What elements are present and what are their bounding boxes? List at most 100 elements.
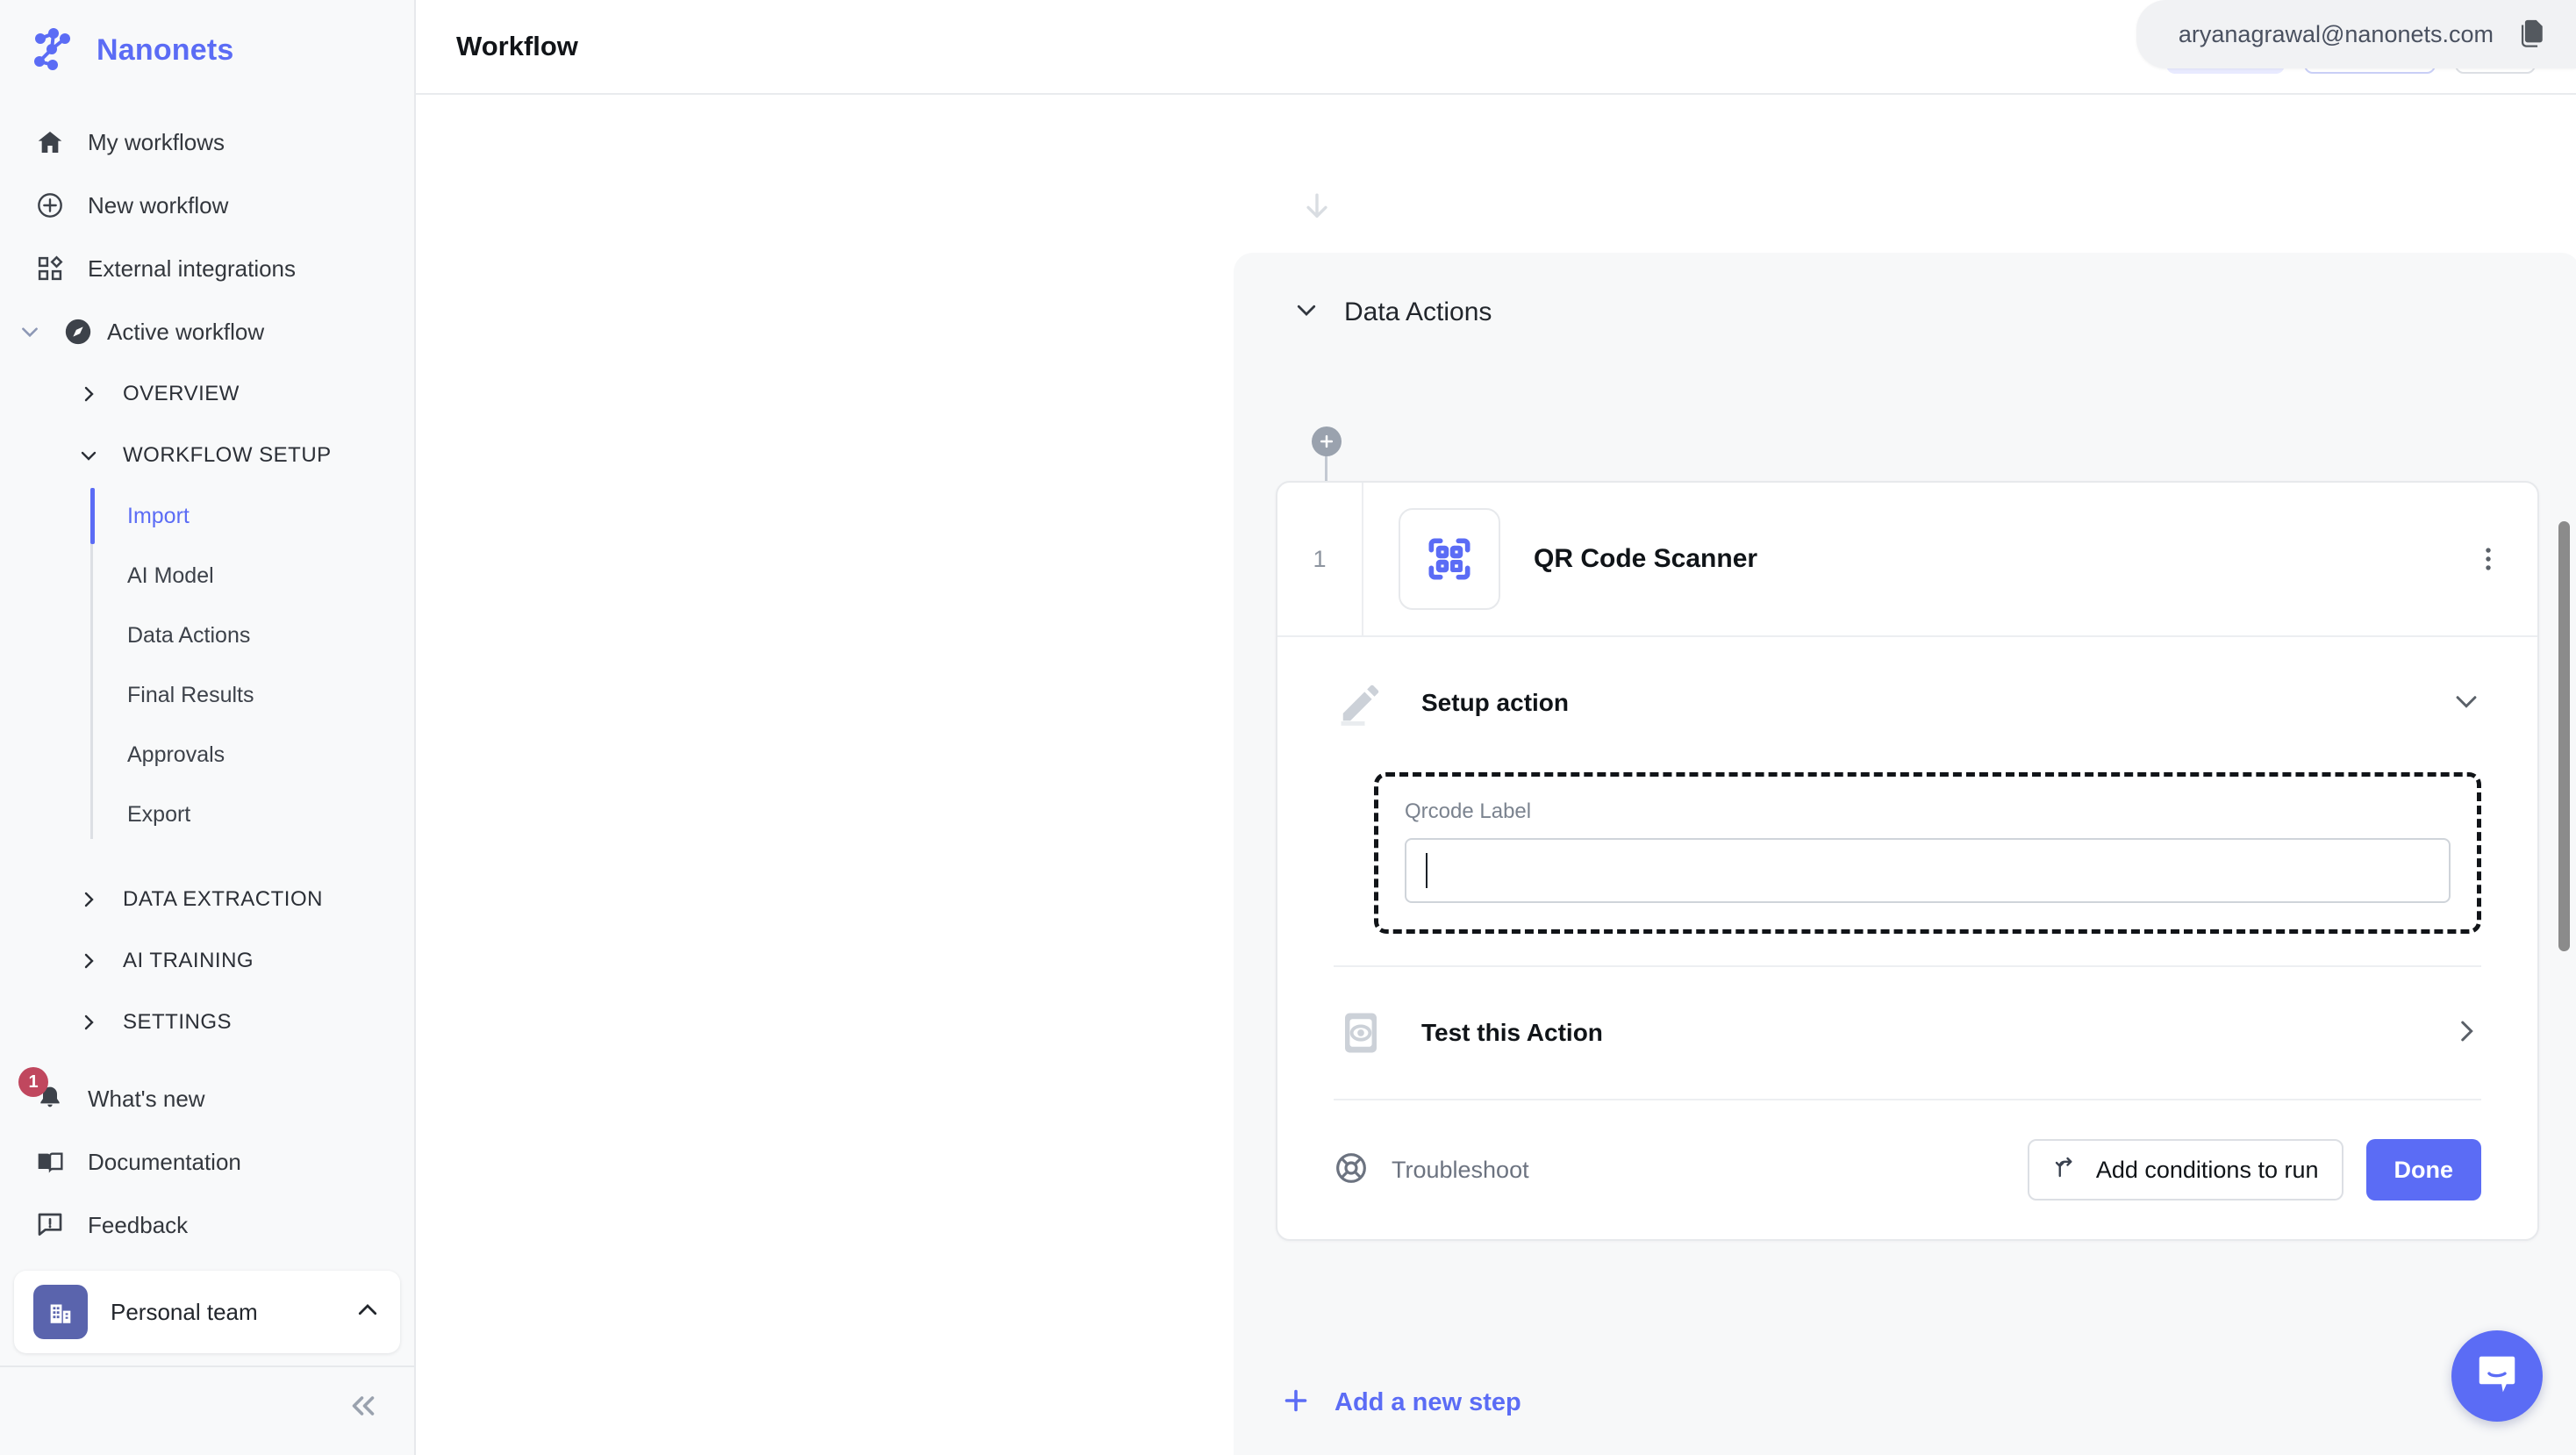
test-action-section: Test this Action bbox=[1277, 967, 2537, 1099]
sidebar-item-feedback[interactable]: Feedback bbox=[0, 1193, 414, 1257]
top-bar: Workflow Sch aryanagrawal@nanonets.com bbox=[416, 0, 2576, 95]
qrcode-label-field-highlight: Qrcode Label bbox=[1374, 772, 2481, 934]
building-icon bbox=[33, 1285, 88, 1339]
done-button[interactable]: Done bbox=[2365, 1139, 2481, 1201]
sidebar-item-documentation[interactable]: Documentation bbox=[0, 1130, 414, 1193]
setup-action-header[interactable]: Setup action bbox=[1334, 637, 2481, 769]
sidebar-section-label: AI TRAINING bbox=[123, 949, 254, 972]
step-number: 1 bbox=[1277, 483, 1363, 635]
sidebar-subitem-label: Approvals bbox=[127, 742, 225, 767]
step-card-footer: Troubleshoot Add conditions to run Done bbox=[1277, 1100, 2537, 1239]
sidebar-item-label: What's new bbox=[88, 1085, 205, 1112]
sidebar-item-data-actions[interactable]: Data Actions bbox=[0, 606, 414, 665]
add-a-new-step-label: Add a new step bbox=[1335, 1388, 1521, 1416]
feedback-icon bbox=[33, 1208, 67, 1242]
sidebar-item-new-workflow[interactable]: New workflow bbox=[0, 174, 414, 237]
sidebar-item-whats-new[interactable]: 1 What's new bbox=[0, 1067, 414, 1130]
user-email: aryanagrawal@nanonets.com bbox=[2178, 20, 2494, 47]
setup-action-section: Setup action bbox=[1277, 637, 2537, 769]
sidebar-item-label: New workflow bbox=[88, 191, 229, 219]
chevron-up-icon[interactable] bbox=[354, 1297, 381, 1328]
sidebar-item-active-workflow[interactable]: Active workflow bbox=[0, 300, 414, 363]
add-a-new-step-button[interactable]: Add a new step bbox=[1280, 1385, 1521, 1421]
sidebar-item-label: Documentation bbox=[88, 1148, 241, 1175]
team-switcher[interactable]: Personal team bbox=[14, 1271, 400, 1353]
main-area: Workflow Sch aryanagrawal@nanonets.com bbox=[416, 0, 2576, 1455]
chevron-down-icon[interactable] bbox=[2451, 686, 2481, 720]
pencil-edit-icon bbox=[1334, 676, 1388, 730]
sidebar-item-export[interactable]: Export bbox=[0, 785, 414, 844]
sidebar-section-label: DATA EXTRACTION bbox=[123, 887, 323, 911]
sidebar-section-label: SETTINGS bbox=[123, 1010, 233, 1034]
sidebar-collapse-bar bbox=[0, 1365, 414, 1448]
add-action-node-button[interactable] bbox=[1312, 426, 1342, 456]
sidebar: Nanonets My workflows New workflow Exter… bbox=[0, 0, 416, 1455]
workflow-canvas: Data Actions 1 QR Code Scanner Setup act… bbox=[416, 95, 2576, 1455]
test-action-title: Test this Action bbox=[1421, 1019, 1603, 1046]
book-icon bbox=[33, 1145, 67, 1179]
step-header-body: QR Code Scanner bbox=[1363, 483, 2537, 635]
chat-bubble-icon bbox=[2473, 1351, 2521, 1402]
sidebar-item-label: Feedback bbox=[88, 1211, 189, 1238]
sidebar-section-settings[interactable]: SETTINGS bbox=[0, 992, 414, 1053]
chevron-down-icon[interactable] bbox=[11, 320, 49, 343]
brand[interactable]: Nanonets bbox=[0, 0, 414, 97]
copy-icon[interactable] bbox=[2516, 18, 2546, 52]
step-header: 1 QR Code Scanner bbox=[1277, 483, 2537, 637]
vertical-scrollbar-thumb[interactable] bbox=[2558, 521, 2570, 951]
sidebar-subitem-label: Import bbox=[127, 503, 190, 528]
sidebar-item-external-integrations[interactable]: External integrations bbox=[0, 237, 414, 300]
vertical-scrollbar-track[interactable] bbox=[2553, 190, 2576, 1455]
double-chevron-left-icon[interactable] bbox=[347, 1390, 379, 1426]
bell-icon: 1 bbox=[18, 1067, 67, 1115]
sidebar-section-overview[interactable]: OVERVIEW bbox=[0, 363, 414, 425]
setup-action-title: Setup action bbox=[1421, 689, 1570, 716]
chevron-right-icon bbox=[75, 950, 102, 971]
sidebar-item-label: External integrations bbox=[88, 254, 297, 282]
nanonets-logo-icon bbox=[30, 26, 77, 74]
chevron-down-icon[interactable] bbox=[1293, 297, 1320, 327]
group-title: Data Actions bbox=[1344, 297, 1492, 326]
intercom-launcher-button[interactable] bbox=[2451, 1330, 2543, 1422]
qrcode-label-caption: Qrcode Label bbox=[1405, 799, 1532, 823]
chevron-right-icon[interactable] bbox=[2451, 1016, 2481, 1050]
group-header[interactable]: Data Actions bbox=[1234, 253, 2576, 327]
sidebar-section-data-extraction[interactable]: DATA EXTRACTION bbox=[0, 869, 414, 930]
sidebar-subitem-label: Final Results bbox=[127, 682, 254, 707]
sidebar-subitem-label: Export bbox=[127, 801, 191, 827]
plus-icon bbox=[1280, 1385, 1312, 1421]
secondary-nav: 1 What's new Documentation Feedback Pers… bbox=[0, 1067, 414, 1455]
sidebar-subitem-label: AI Model bbox=[127, 563, 214, 588]
preview-icon bbox=[1334, 1006, 1388, 1060]
lifebuoy-icon bbox=[1334, 1150, 1369, 1190]
step-card-qr-code-scanner: 1 QR Code Scanner Setup action Qrcode La… bbox=[1276, 481, 2539, 1241]
chevron-right-icon bbox=[75, 889, 102, 910]
grid-apps-icon bbox=[33, 252, 67, 285]
page-title: Workflow bbox=[456, 31, 578, 61]
test-action-header[interactable]: Test this Action bbox=[1334, 967, 2481, 1099]
sidebar-section-ai-training[interactable]: AI TRAINING bbox=[0, 930, 414, 992]
troubleshoot-label: Troubleshoot bbox=[1392, 1156, 1529, 1183]
notification-badge: 1 bbox=[18, 1067, 48, 1097]
sidebar-subitem-label: Data Actions bbox=[127, 622, 251, 648]
sidebar-item-my-workflows[interactable]: My workflows bbox=[0, 111, 414, 174]
step-title: QR Code Scanner bbox=[1534, 544, 1758, 573]
kebab-menu-icon[interactable] bbox=[2469, 540, 2508, 578]
chevron-right-icon bbox=[75, 1012, 102, 1033]
brand-name: Nanonets bbox=[97, 32, 234, 67]
sidebar-section-workflow-setup[interactable]: WORKFLOW SETUP bbox=[0, 425, 414, 486]
sidebar-item-import[interactable]: Import bbox=[0, 486, 414, 546]
add-conditions-button[interactable]: Add conditions to run bbox=[2027, 1139, 2343, 1201]
app-root: Nanonets My workflows New workflow Exter… bbox=[0, 0, 2576, 1455]
sidebar-section-label: OVERVIEW bbox=[123, 382, 240, 405]
sidebar-item-ai-model[interactable]: AI Model bbox=[0, 546, 414, 606]
sidebar-item-label: Active workflow bbox=[107, 318, 265, 345]
sidebar-item-approvals[interactable]: Approvals bbox=[0, 725, 414, 785]
sidebar-section-label: WORKFLOW SETUP bbox=[123, 443, 332, 467]
sidebar-item-final-results[interactable]: Final Results bbox=[0, 665, 414, 725]
done-label: Done bbox=[2394, 1156, 2454, 1183]
branch-icon bbox=[2052, 1154, 2079, 1186]
troubleshoot-button[interactable]: Troubleshoot bbox=[1334, 1150, 1529, 1190]
qrcode-label-input[interactable] bbox=[1405, 838, 2451, 903]
primary-nav: My workflows New workflow External integ… bbox=[0, 97, 414, 1053]
